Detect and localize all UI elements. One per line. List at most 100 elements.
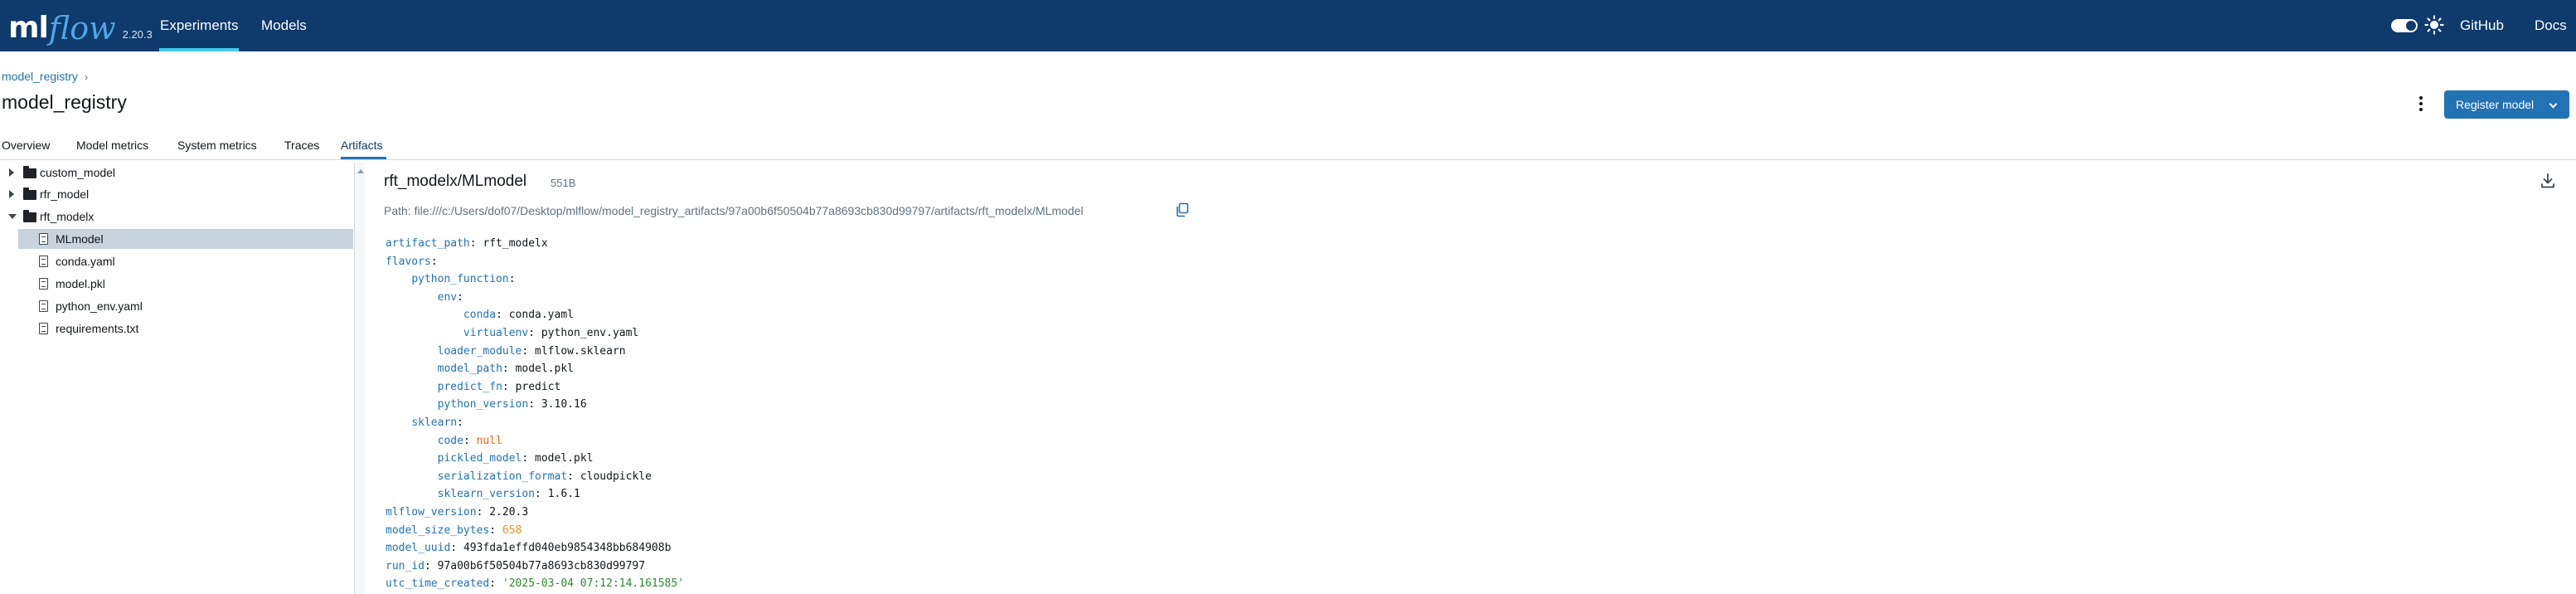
version-label: 2.20.3 [122, 28, 153, 41]
yaml-line: utc_time_created: '2025-03-04 07:12:14.1… [386, 577, 685, 591]
yaml-key: conda [463, 309, 497, 322]
yaml-key: artifact_path [386, 237, 470, 250]
breadcrumb-separator: › [84, 70, 89, 83]
yaml-key: env [437, 290, 458, 304]
copy-icon[interactable] [1175, 202, 1190, 217]
tree-folder-rft-modelx[interactable]: rft_modelx [0, 207, 353, 226]
scroll-up-icon[interactable] [357, 169, 364, 173]
docs-link[interactable]: Docs [2535, 0, 2567, 51]
yaml-line: virtualenv: python_env.yaml [463, 326, 639, 339]
yaml-key: model_uuid [386, 542, 451, 555]
page-title: model_registry [2, 91, 127, 113]
chevron-down-icon [2549, 100, 2558, 109]
yaml-key: code [437, 434, 463, 447]
yaml-key: sklearn_version [437, 488, 536, 501]
yaml-key: model_size_bytes [386, 523, 490, 537]
tab-traces[interactable]: Traces [284, 139, 319, 152]
yaml-value: 493fda1effd040eb9854348bb684908b [463, 542, 672, 555]
yaml-value: '2025-03-04 07:12:14.161585' [502, 577, 685, 591]
toggle-knob [2406, 21, 2416, 31]
logo-ml-text: ml [8, 11, 49, 45]
tree-folder-rfr-model[interactable]: rfr_model [0, 184, 353, 204]
yaml-value: 97a00b6f50504b77a8693cb830d99797 [437, 559, 646, 572]
tree-file-mlmodel[interactable]: MLmodel [18, 229, 353, 249]
yaml-line: model_uuid: 493fda1effd040eb9854348bb684… [386, 542, 672, 555]
sun-icon [2424, 15, 2444, 35]
tree-label: custom_model [40, 166, 116, 179]
artifact-size: 551B [551, 177, 576, 189]
yaml-line: env: [437, 290, 463, 304]
yaml-key: model_path [437, 363, 502, 376]
breadcrumb-model-registry[interactable]: model_registry [2, 70, 78, 83]
download-icon[interactable] [2540, 173, 2555, 189]
yaml-line: pickled_model: model.pkl [437, 452, 594, 465]
yaml-key: flavors [386, 255, 431, 268]
tree-label: requirements.txt [56, 322, 139, 335]
yaml-key: serialization_format [437, 470, 568, 483]
yaml-line: model_path: model.pkl [437, 363, 575, 376]
yaml-key: pickled_model [437, 452, 522, 465]
yaml-line: loader_module: mlflow.sklearn [437, 344, 626, 358]
run-tabs: Overview Model metrics System metrics Tr… [0, 132, 2576, 160]
nav-models[interactable]: Models [261, 0, 307, 51]
folder-icon [23, 210, 36, 222]
more-options-icon[interactable] [2414, 94, 2428, 115]
tree-folder-custom-model[interactable]: custom_model [0, 163, 353, 183]
yaml-value: 1.6.1 [547, 488, 580, 501]
yaml-line: serialization_format: cloudpickle [437, 470, 652, 483]
breadcrumb: model_registry › [2, 70, 88, 83]
file-icon [39, 323, 48, 334]
tab-system-metrics[interactable]: System metrics [177, 139, 257, 152]
logo-flow-text: flow [48, 10, 116, 46]
artifact-title: rft_modelx/MLmodel [384, 173, 527, 190]
artifact-file-tree: custom_model rfr_model rft_modelx MLmode… [0, 163, 353, 594]
artifact-content-viewer: artifact_path: rft_modelx flavors: python… [386, 235, 684, 593]
caret-right-icon[interactable] [9, 168, 14, 177]
tree-file-conda-yaml[interactable]: conda.yaml [0, 251, 353, 271]
file-icon [39, 278, 48, 290]
yaml-line: python_function: [411, 273, 516, 286]
caret-right-icon[interactable] [9, 190, 14, 198]
tree-label: rfr_model [40, 187, 90, 201]
tree-file-model-pkl[interactable]: model.pkl [0, 274, 353, 294]
github-link[interactable]: GitHub [2460, 0, 2504, 51]
tab-overview[interactable]: Overview [2, 139, 50, 152]
tab-artifacts[interactable]: Artifacts [341, 139, 383, 152]
yaml-line: python_version: 3.10.16 [437, 398, 587, 411]
tree-label: model.pkl [56, 277, 105, 290]
yaml-line: sklearn_version: 1.6.1 [437, 488, 580, 501]
tree-label: python_env.yaml [56, 299, 143, 313]
caret-down-icon[interactable] [8, 214, 17, 219]
yaml-line: sklearn: [411, 416, 463, 429]
yaml-line: run_id: 97a00b6f50504b77a8693cb830d99797 [386, 559, 646, 572]
nav-active-indicator [159, 48, 239, 51]
yaml-key: python_function [411, 273, 509, 286]
dark-mode-toggle[interactable] [2391, 19, 2418, 32]
yaml-value: model.pkl [515, 363, 575, 376]
yaml-value: mlflow.sklearn [535, 344, 626, 358]
yaml-key: mlflow_version [386, 505, 477, 519]
yaml-key: run_id [386, 559, 424, 572]
yaml-value: 2.20.3 [489, 505, 529, 519]
yaml-value: null [476, 434, 502, 447]
folder-icon [23, 166, 36, 178]
top-nav-bar: ml flow 2.20.3 Experiments Models GitHub … [0, 0, 2576, 51]
yaml-line: model_size_bytes: 658 [386, 523, 522, 537]
mlflow-logo[interactable]: ml flow 2.20.3 [8, 3, 153, 48]
yaml-line: flavors: [386, 255, 438, 268]
pane-splitter[interactable] [354, 163, 365, 594]
yaml-value: cloudpickle [580, 470, 652, 483]
yaml-key: python_version [437, 398, 529, 411]
yaml-value: conda.yaml [508, 309, 574, 322]
tree-file-python-env-yaml[interactable]: python_env.yaml [0, 296, 353, 316]
register-model-button[interactable]: Register model [2444, 90, 2569, 119]
file-icon [39, 300, 48, 312]
yaml-line: artifact_path: rft_modelx [386, 237, 548, 250]
tree-file-requirements-txt[interactable]: requirements.txt [0, 319, 353, 338]
yaml-value: 3.10.16 [541, 398, 587, 411]
nav-experiments[interactable]: Experiments [160, 0, 238, 51]
yaml-line: predict_fn: predict [437, 380, 561, 393]
yaml-line: code: null [437, 434, 502, 447]
tree-label: MLmodel [56, 232, 104, 246]
tab-model-metrics[interactable]: Model metrics [76, 139, 148, 152]
